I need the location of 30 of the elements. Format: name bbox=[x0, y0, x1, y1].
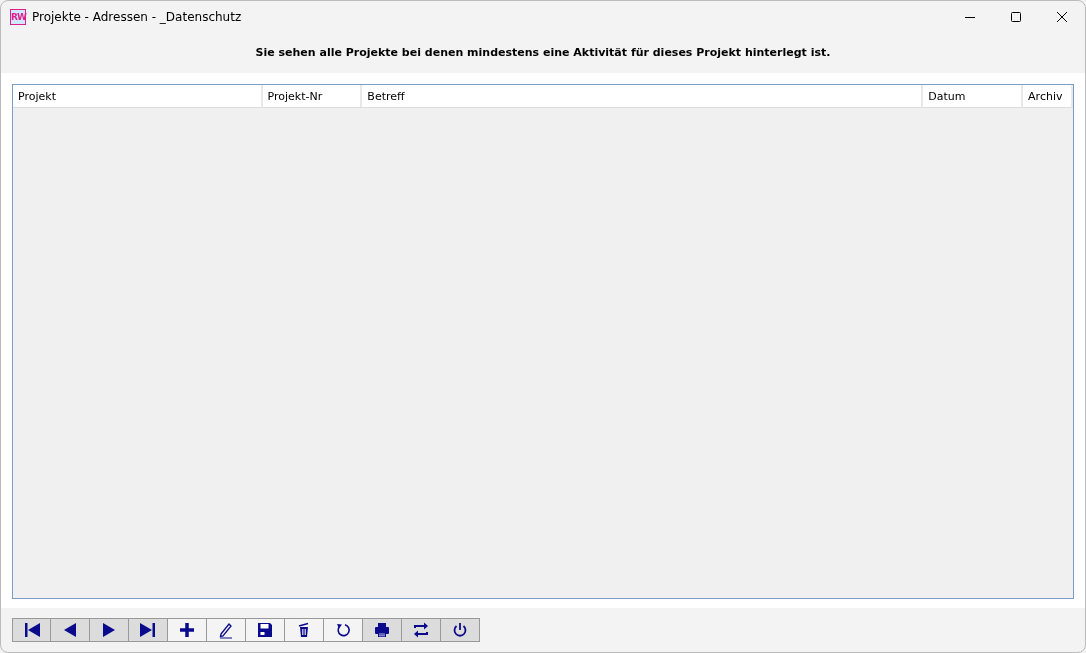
column-header[interactable]: Datum bbox=[923, 85, 1024, 107]
power-icon bbox=[451, 621, 469, 639]
delete-button[interactable] bbox=[285, 618, 324, 642]
maximize-icon bbox=[1010, 11, 1022, 23]
power-button[interactable] bbox=[441, 618, 480, 642]
swap-arrows-icon bbox=[412, 621, 430, 639]
print-button[interactable] bbox=[363, 618, 402, 642]
previous-button[interactable] bbox=[51, 618, 90, 642]
save-icon bbox=[256, 621, 274, 639]
column-header[interactable]: Archiv bbox=[1023, 85, 1073, 107]
column-header[interactable]: Betreff bbox=[362, 85, 924, 107]
pencil-icon bbox=[217, 621, 235, 639]
undo-icon bbox=[334, 621, 352, 639]
close-icon bbox=[1056, 11, 1068, 23]
first-record-button[interactable] bbox=[12, 618, 51, 642]
window-title: Projekte - Adressen - _Datenschutz bbox=[32, 9, 242, 26]
last-icon bbox=[139, 621, 157, 639]
column-header[interactable]: Projekt-Nr bbox=[262, 85, 363, 107]
swap-button[interactable] bbox=[402, 618, 441, 642]
info-text: Sie sehen alle Projekte bei denen mindestens eine Aktivität für dieses Projekt hinterlegt ist. bbox=[255, 44, 831, 61]
column-header[interactable]: Projekt bbox=[13, 85, 263, 107]
add-button[interactable] bbox=[168, 618, 207, 642]
first-icon bbox=[22, 621, 41, 639]
save-button[interactable] bbox=[246, 618, 285, 642]
edit-button[interactable] bbox=[207, 618, 246, 642]
next-button[interactable] bbox=[90, 618, 129, 642]
last-record-button[interactable] bbox=[129, 618, 168, 642]
printer-icon bbox=[373, 621, 391, 639]
plus-icon bbox=[178, 621, 196, 639]
undo-button[interactable] bbox=[324, 618, 363, 642]
